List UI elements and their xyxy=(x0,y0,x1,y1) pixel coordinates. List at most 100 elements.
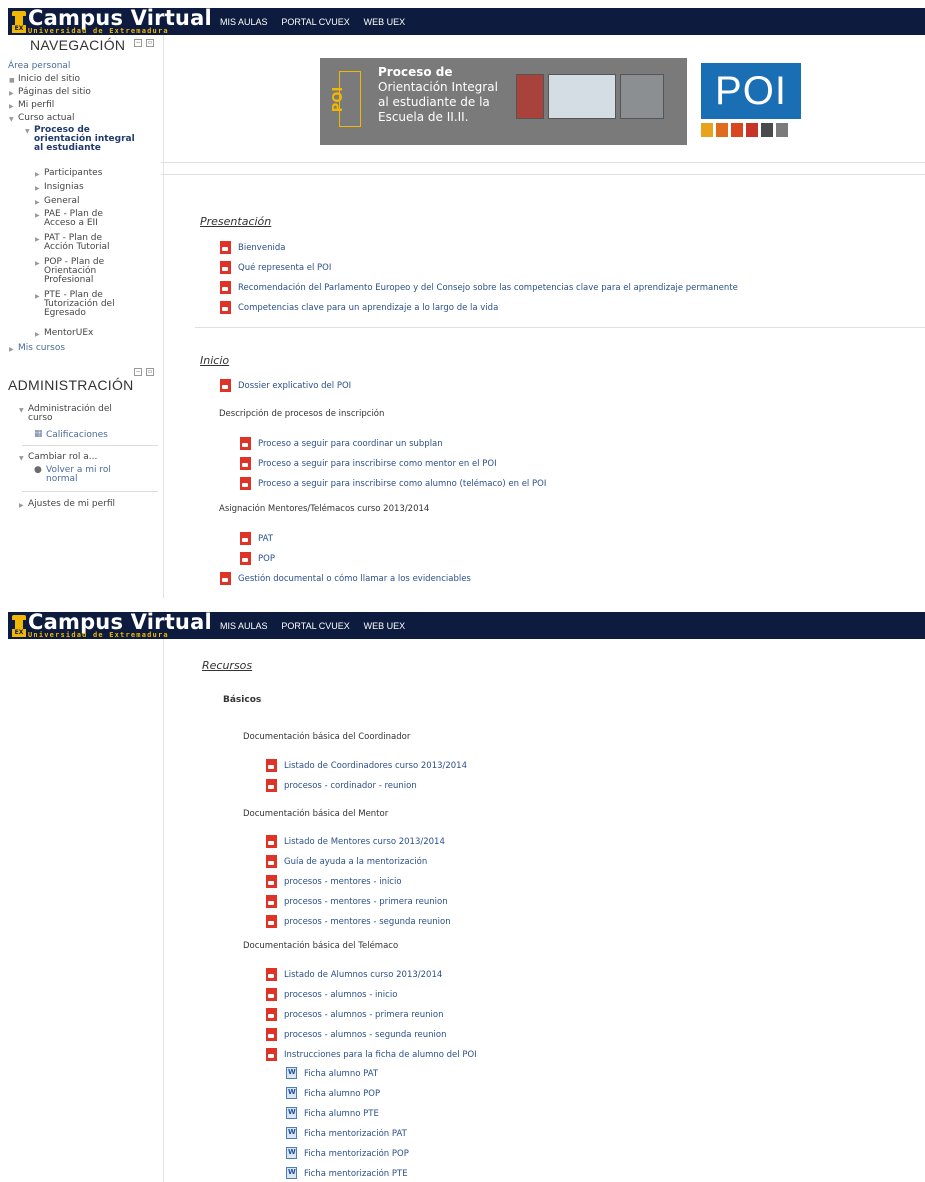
nav-web-uex[interactable]: WEB UEX xyxy=(364,17,406,27)
nav-paginas-sitio[interactable]: ▶ Páginas del sitio xyxy=(9,87,91,97)
bullet-icon: ■ xyxy=(9,77,15,84)
label-descripcion: Descripción de procesos de inscripción xyxy=(219,409,385,419)
pdf-icon xyxy=(266,895,277,908)
pdf-icon xyxy=(266,915,277,928)
nav-participantes[interactable]: ▶ Participantes xyxy=(35,168,102,178)
pdf-icon xyxy=(240,437,251,450)
label-asignacion: Asignación Mentores/Telémacos curso 2013… xyxy=(219,504,430,514)
nav-mentoruex[interactable]: ▶ MentorUEx xyxy=(35,328,93,338)
pdf-icon xyxy=(240,457,251,470)
nav-pae[interactable]: ▶ PAE - Plan de Acceso a EII xyxy=(35,210,134,228)
pdf-icon xyxy=(266,968,277,981)
admin-switch-role[interactable]: ▼ Cambiar rol a... xyxy=(19,452,97,462)
chevron-down-icon: ▼ xyxy=(19,407,24,414)
nav-mi-perfil[interactable]: ▶ Mi perfil xyxy=(9,100,54,110)
chevron-right-icon: ▶ xyxy=(9,90,14,97)
navigation-block-header: NAVEGACIÓN − ▫ xyxy=(8,37,163,56)
main-content: POI Proceso de Orientación Integral al e… xyxy=(161,35,925,598)
pdf-icon xyxy=(220,241,231,254)
pdf-icon xyxy=(266,988,277,1001)
word-doc-icon xyxy=(286,1067,297,1079)
chevron-right-icon: ▶ xyxy=(35,185,40,192)
pdf-icon xyxy=(220,301,231,314)
nav-inicio-sitio[interactable]: ■ Inicio del sitio xyxy=(9,74,80,84)
pdf-icon xyxy=(266,855,277,868)
pdf-icon xyxy=(266,779,277,792)
chevron-right-icon: ▶ xyxy=(35,331,40,338)
chevron-down-icon: ▼ xyxy=(9,116,14,123)
nav-curso-actual[interactable]: ▼ Curso actual xyxy=(9,113,74,123)
nav-area-personal[interactable]: Área personal xyxy=(8,61,70,71)
dock-icon[interactable]: ▫ xyxy=(146,368,154,376)
chevron-down-icon: ▼ xyxy=(19,455,24,462)
top-bar: EX Campus Virtual Universidad de Extrema… xyxy=(8,8,925,35)
word-doc-icon xyxy=(286,1127,297,1139)
poi-banner: POI Proceso de Orientación Integral al e… xyxy=(320,58,687,145)
pdf-icon xyxy=(266,1008,277,1021)
brand-subtitle: Universidad de Extremadura xyxy=(28,27,169,35)
section-presentacion: Presentación xyxy=(200,215,272,228)
sidebar xyxy=(8,639,164,1182)
pdf-icon xyxy=(220,261,231,274)
poi-logo: POI xyxy=(701,63,803,143)
nav-mis-cursos[interactable]: ▶ Mis cursos xyxy=(9,343,65,353)
graduate-image xyxy=(620,74,664,119)
admin-grades[interactable]: ▦ Calificaciones xyxy=(34,429,108,440)
word-doc-icon xyxy=(286,1087,297,1099)
chevron-right-icon: ▶ xyxy=(35,260,40,267)
top-bar: EX Campus Virtual Universidad de Extrema… xyxy=(8,612,925,639)
admin-profile-settings[interactable]: ▶ Ajustes de mi perfil xyxy=(19,499,115,509)
main-content: Recursos Básicos Documentación básica de… xyxy=(165,639,925,1182)
word-doc-icon xyxy=(286,1107,297,1119)
nav-portal-cvuex[interactable]: PORTAL CVUEX xyxy=(281,621,349,631)
chevron-right-icon: ▶ xyxy=(35,171,40,178)
campus-virtual-logo[interactable]: EX Campus Virtual Universidad de Extrema… xyxy=(12,8,212,35)
pdf-icon xyxy=(266,835,277,848)
dock-icon[interactable]: ▫ xyxy=(146,39,154,47)
banner-text: Proceso de Orientación Integral al estud… xyxy=(378,65,498,124)
administration-title: ADMINISTRACIÓN xyxy=(8,377,134,393)
top-nav: MIS AULAS PORTAL CVUEX WEB UEX xyxy=(220,621,416,632)
word-doc-icon xyxy=(286,1147,297,1159)
nav-pat[interactable]: ▶ PAT - Plan de Acción Tutorial xyxy=(35,234,134,252)
column-icon: EX xyxy=(12,615,26,637)
label-telemaco: Documentación básica del Telémaco xyxy=(243,941,399,951)
top-nav: MIS AULAS PORTAL CVUEX WEB UEX xyxy=(220,17,416,28)
nav-insignias[interactable]: ▶ Insignias xyxy=(35,182,84,192)
admin-return-role[interactable]: ● Volver a mi rol normal xyxy=(34,466,126,484)
collapse-icon[interactable]: − xyxy=(134,368,142,376)
nav-general[interactable]: ▶ General xyxy=(35,196,79,206)
nav-course-current[interactable]: ▼ Proceso de orientación integral al estu… xyxy=(25,126,144,153)
sidebar: NAVEGACIÓN − ▫ Área personal ■ Inicio del… xyxy=(8,35,164,598)
pdf-icon xyxy=(266,1048,277,1061)
word-doc-icon xyxy=(286,1167,297,1179)
documents-image xyxy=(548,74,616,119)
label-coordinador: Documentación básica del Coordinador xyxy=(243,732,411,742)
admin-course[interactable]: ▼ Administración del curso xyxy=(19,405,138,423)
navigation-title: NAVEGACIÓN xyxy=(30,37,126,53)
chevron-right-icon: ▶ xyxy=(35,212,40,219)
campus-virtual-logo[interactable]: EX Campus Virtual Universidad de Extrema… xyxy=(12,612,212,639)
nav-mis-aulas[interactable]: MIS AULAS xyxy=(220,621,268,631)
nav-pop[interactable]: ▶ POP - Plan de Orientación Profesional xyxy=(35,258,124,285)
screenshot-top: EX Campus Virtual Universidad de Extrema… xyxy=(8,8,925,598)
pdf-icon xyxy=(220,379,231,392)
decorative-figure-image xyxy=(516,74,544,119)
nav-mis-aulas[interactable]: MIS AULAS xyxy=(220,17,268,27)
nav-portal-cvuex[interactable]: PORTAL CVUEX xyxy=(281,17,349,27)
grades-icon: ▦ xyxy=(34,429,43,439)
column-icon: EX xyxy=(12,11,26,33)
user-icon: ● xyxy=(34,465,42,475)
collapse-icon[interactable]: − xyxy=(134,39,142,47)
chevron-right-icon: ▶ xyxy=(35,293,40,300)
nav-web-uex[interactable]: WEB UEX xyxy=(364,621,406,631)
nav-pte[interactable]: ▶ PTE - Plan de Tutorización del Egresado xyxy=(35,291,124,318)
chevron-right-icon: ▶ xyxy=(9,346,14,353)
pdf-icon xyxy=(266,1028,277,1041)
section-inicio: Inicio xyxy=(200,354,230,367)
brand-subtitle: Universidad de Extremadura xyxy=(28,631,169,639)
chevron-down-icon: ▼ xyxy=(25,128,30,135)
pdf-icon xyxy=(240,477,251,490)
poi-color-bars xyxy=(701,123,801,137)
pdf-icon xyxy=(266,759,277,772)
